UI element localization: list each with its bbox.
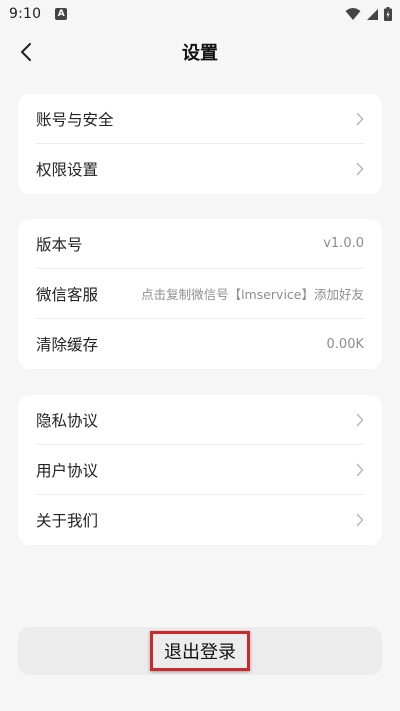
clear-cache-label: 清除缓存 <box>36 336 99 354</box>
chevron-right-icon <box>356 112 364 126</box>
legal-card: 隐私协议 用户协议 关于我们 <box>18 395 382 545</box>
cache-size-value: 0.00K <box>326 336 364 352</box>
version-item: 版本号 v1.0.0 <box>36 219 364 269</box>
status-time: 9:10 <box>9 6 42 22</box>
permission-settings-item[interactable]: 权限设置 <box>36 144 364 194</box>
logout-label: 退出登录 <box>150 631 250 671</box>
signal-icon <box>367 8 378 20</box>
wechat-service-value: 点击复制微信号【lmservice】添加好友 <box>141 287 364 302</box>
account-settings-card: 账号与安全 权限设置 <box>18 94 382 194</box>
privacy-policy-label: 隐私协议 <box>36 411 99 430</box>
about-us-label: 关于我们 <box>36 512 99 530</box>
version-label: 版本号 <box>36 235 83 254</box>
notification-icon: A <box>55 8 68 20</box>
privacy-policy-item[interactable]: 隐私协议 <box>36 395 364 445</box>
chevron-right-icon <box>356 513 364 527</box>
battery-icon <box>384 7 392 21</box>
chevron-right-icon <box>356 463 364 477</box>
logout-button[interactable]: 退出登录 <box>18 627 382 675</box>
user-agreement-label: 用户协议 <box>36 461 99 480</box>
wifi-icon <box>345 8 361 20</box>
page-title: 设置 <box>182 43 218 64</box>
app-info-card: 版本号 v1.0.0 微信客服 点击复制微信号【lmservice】添加好友 清… <box>18 219 382 369</box>
back-arrow-icon <box>21 43 31 61</box>
account-security-item[interactable]: 账号与安全 <box>36 94 364 144</box>
clear-cache-item[interactable]: 清除缓存 0.00K <box>36 319 364 369</box>
nav-bar: 设置 <box>0 28 400 76</box>
chevron-right-icon <box>356 162 364 176</box>
wechat-service-label: 微信客服 <box>36 285 99 304</box>
user-agreement-item[interactable]: 用户协议 <box>36 445 364 495</box>
status-bar: 9:10 A <box>0 0 400 28</box>
version-value: v1.0.0 <box>323 236 364 251</box>
account-security-label: 账号与安全 <box>36 110 114 129</box>
about-us-item[interactable]: 关于我们 <box>36 495 364 545</box>
wechat-service-item[interactable]: 微信客服 点击复制微信号【lmservice】添加好友 <box>36 269 364 319</box>
back-button[interactable] <box>12 38 40 66</box>
permission-settings-label: 权限设置 <box>36 161 99 179</box>
chevron-right-icon <box>356 413 364 427</box>
